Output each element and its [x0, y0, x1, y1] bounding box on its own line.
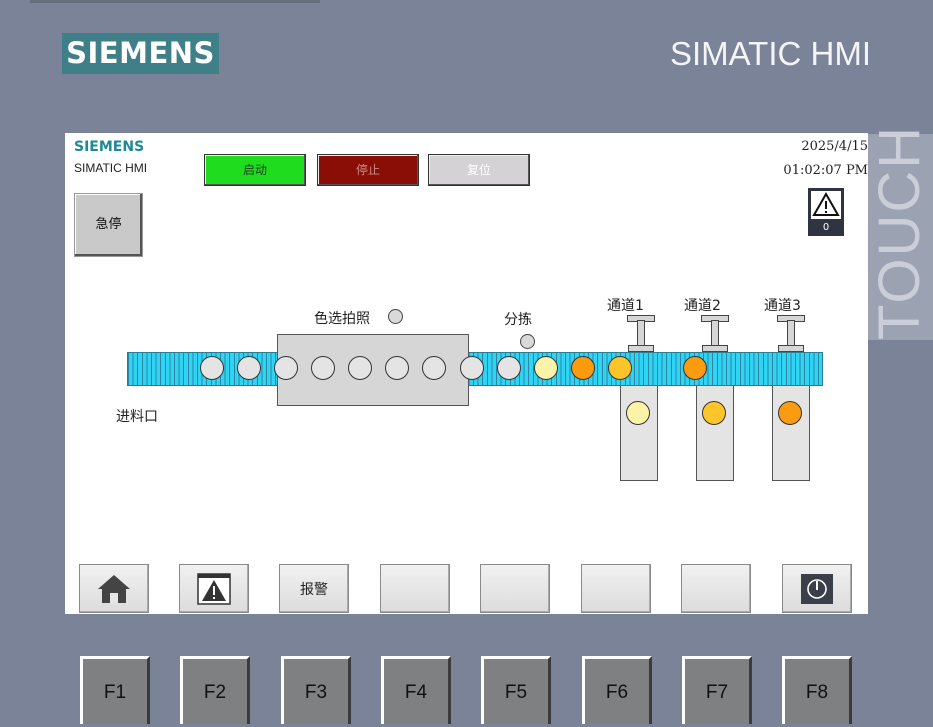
- home-button[interactable]: [79, 564, 149, 613]
- channel-1-label: 通道1: [607, 298, 644, 314]
- f6-key[interactable]: F6: [582, 656, 652, 724]
- nav-button-4[interactable]: [380, 564, 450, 613]
- f8-key[interactable]: F8: [782, 656, 852, 724]
- piston-3-base: [778, 345, 804, 352]
- belt-ball: [274, 356, 298, 380]
- home-icon: [98, 574, 130, 603]
- channel-2-label: 通道2: [684, 298, 721, 314]
- power-button[interactable]: [782, 564, 852, 613]
- belt-ball: [497, 356, 521, 380]
- touch-strip: TOUCH: [867, 124, 933, 340]
- alarm-button[interactable]: 报警: [279, 564, 349, 613]
- date-display: 2025/4/15: [801, 139, 868, 154]
- f1-key[interactable]: F1: [80, 656, 150, 724]
- piston-2-base: [702, 345, 728, 352]
- emergency-stop-button[interactable]: 急停: [74, 193, 143, 257]
- alarm-indicator[interactable]: 0: [808, 188, 844, 236]
- warning-icon: [811, 191, 841, 219]
- piston-1-base: [628, 345, 654, 352]
- screen-brand: SIEMENS: [74, 139, 145, 155]
- sort-sensor: [520, 334, 535, 349]
- f7-key[interactable]: F7: [682, 656, 752, 724]
- sort-label: 分拣: [504, 312, 532, 328]
- belt-ball: [348, 356, 372, 380]
- frame-top-edge: [30, 0, 320, 3]
- power-icon: [801, 573, 833, 604]
- chute-ball: [626, 401, 650, 425]
- belt-ball: [237, 356, 261, 380]
- touch-label: TOUCH: [867, 124, 932, 340]
- hmi-screen: SIEMENS SIMATIC HMI 2025/4/15 01:02:07 P…: [65, 133, 868, 614]
- simatic-hmi-label: SIMATIC HMI: [669, 35, 871, 72]
- time-display: 01:02:07 PM: [783, 163, 868, 178]
- piston-3-rod: [787, 320, 795, 346]
- alarm-window-icon: [197, 572, 231, 605]
- alarm-count: 0: [822, 222, 830, 233]
- belt-ball: [571, 356, 595, 380]
- channel-3-label: 通道3: [764, 298, 801, 314]
- start-button[interactable]: 启动: [204, 154, 306, 186]
- belt-ball: [385, 356, 409, 380]
- piston-2-rod: [711, 320, 719, 346]
- f3-key[interactable]: F3: [281, 656, 351, 724]
- f2-key[interactable]: F2: [180, 656, 250, 724]
- belt-ball: [311, 356, 335, 380]
- f4-key[interactable]: F4: [381, 656, 451, 724]
- stop-button[interactable]: 停止: [317, 154, 419, 186]
- piston-1-rod: [637, 320, 645, 346]
- camera-label: 色选拍照: [314, 311, 370, 327]
- reset-button[interactable]: 复位: [428, 154, 530, 186]
- belt-ball: [200, 356, 224, 380]
- belt-ball: [460, 356, 484, 380]
- chute-ball: [778, 401, 802, 425]
- channel-2-chute: [696, 383, 734, 481]
- siemens-logo: SIEMENS: [62, 33, 219, 74]
- chute-ball: [702, 401, 726, 425]
- belt-ball: [683, 356, 707, 380]
- nav-button-5[interactable]: [480, 564, 550, 613]
- inlet-label: 进料口: [116, 409, 158, 425]
- screen-product: SIMATIC HMI: [74, 161, 148, 175]
- channel-1-chute: [620, 383, 658, 481]
- channel-3-chute: [772, 383, 810, 481]
- nav-button-6[interactable]: [581, 564, 651, 613]
- nav-button-7[interactable]: [681, 564, 751, 613]
- belt-ball: [608, 356, 632, 380]
- belt-ball: [422, 356, 446, 380]
- f5-key[interactable]: F5: [481, 656, 551, 724]
- camera-sensor: [388, 309, 403, 324]
- alarm-view-button[interactable]: [179, 564, 249, 613]
- belt-ball: [534, 356, 558, 380]
